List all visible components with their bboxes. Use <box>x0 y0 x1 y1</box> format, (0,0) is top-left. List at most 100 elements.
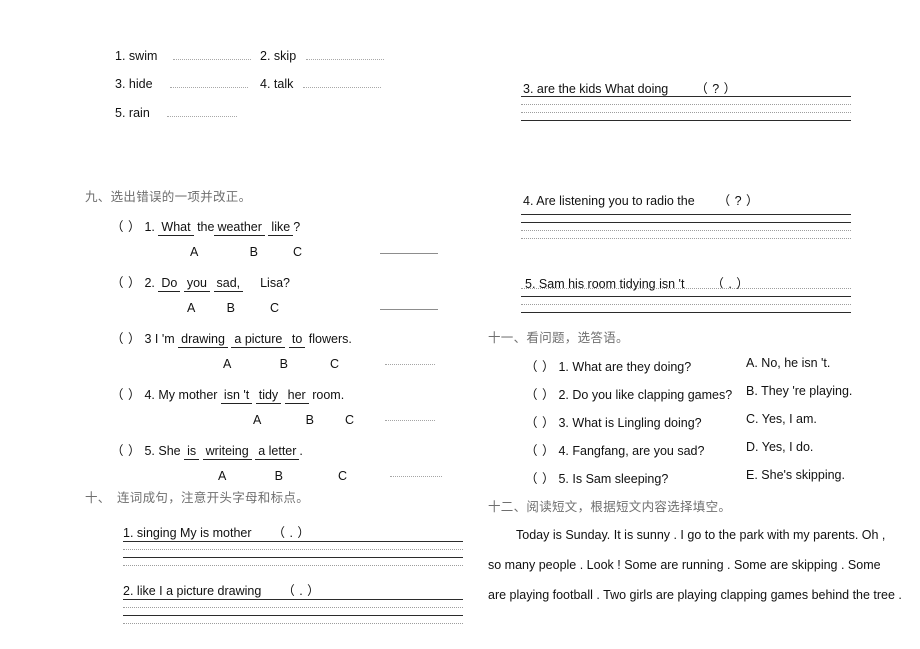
word-blank-input[interactable] <box>302 76 381 88</box>
passage-line-2: so many people . Look ! Some are running… <box>488 558 881 572</box>
match-answer-d: D. Yes, I do. <box>746 440 813 454</box>
plain-word: room. <box>312 388 345 402</box>
match-answer-a: A. No, he isn 't. <box>746 356 830 370</box>
choice-label-a: A <box>223 357 231 371</box>
word-blank-word: swim <box>128 49 158 63</box>
question-text: Fangfang, are you sad? <box>572 444 705 458</box>
choice-label-a: A <box>218 469 226 483</box>
section-twelve-heading: 十二、阅读短文，根据短文内容选择填空。 <box>488 500 732 514</box>
correction-item-2: （ ） 2. Do you sad, Lisa? <box>111 272 290 292</box>
choice-bracket[interactable]: （ ） <box>525 360 555 374</box>
match-question-1: （ ） 1. What are they doing? <box>525 356 691 375</box>
correction-answer-blank[interactable] <box>380 309 438 310</box>
word-blank-num: 3. <box>115 77 126 91</box>
answer-letter: B. <box>746 384 758 398</box>
choice-word-b: weather <box>214 220 265 236</box>
writing-rules[interactable] <box>123 599 463 624</box>
plain-word: flowers. <box>308 332 352 346</box>
correction-answer-blank[interactable] <box>390 476 442 477</box>
writing-rules[interactable] <box>123 541 463 566</box>
choice-word-b: you <box>183 276 211 292</box>
choice-bracket[interactable]: （ ） <box>111 276 141 290</box>
choice-label-c: C <box>344 413 354 427</box>
word-blank-input[interactable] <box>172 48 251 60</box>
left-column: 1. swim 2. skip 3. hide 4. talk 5. rain … <box>85 0 485 649</box>
item-number: 3. <box>523 82 534 96</box>
item-number: 2. <box>123 584 134 598</box>
choice-label-c: C <box>269 301 279 315</box>
choice-bracket[interactable]: （ ） <box>111 388 141 402</box>
item-number: 1. <box>558 360 569 374</box>
word-blank-input[interactable] <box>167 105 238 117</box>
right-column: 3. are the kids What doing （ ? ） 4. Are … <box>488 0 902 649</box>
question-text: Do you like clapping games? <box>572 388 733 402</box>
choice-label-b: B <box>249 245 258 259</box>
correction-item-3: （ ） 3 I 'm drawing a picture to flowers. <box>111 328 352 348</box>
choice-word-a: is <box>184 444 200 460</box>
match-answer-c: C. Yes, I am. <box>746 412 817 426</box>
choice-bracket[interactable]: （ ） <box>111 444 141 458</box>
item-number: 2. <box>558 388 569 402</box>
item-number: 2. <box>144 276 155 290</box>
sentence-order-item-1: 1. singing My is mother （ . ） <box>123 522 310 541</box>
choice-bracket[interactable]: （ ） <box>525 416 555 430</box>
answer-letter: C. <box>746 412 759 426</box>
scrambled-words: are the kids What doing <box>536 82 669 96</box>
choice-bracket[interactable]: （ ） <box>111 220 141 234</box>
answer-text: She's skipping. <box>761 468 845 482</box>
choice-label-a: A <box>253 413 261 427</box>
choice-bracket[interactable]: （ ） <box>525 472 555 486</box>
choice-word-b: a picture <box>231 332 286 348</box>
answer-text: Yes, I do. <box>761 440 814 454</box>
choice-word-c: a letter <box>255 444 300 460</box>
word-blank-input[interactable] <box>305 48 384 60</box>
plain-word: I 'm <box>154 332 175 346</box>
word-blank-word: skip <box>273 49 297 63</box>
match-answer-e: E. She's skipping. <box>746 468 845 482</box>
item-number: 5. <box>144 444 155 458</box>
punctuation-hint: （ ? ） <box>717 194 760 208</box>
choice-word-a: What <box>158 220 194 236</box>
writing-rules[interactable] <box>521 288 851 313</box>
choice-bracket[interactable]: （ ） <box>525 388 555 402</box>
scrambled-words: singing My is mother <box>136 526 252 540</box>
section-ten-heading-num: 十、 <box>85 491 111 505</box>
word-blank-input[interactable] <box>170 76 249 88</box>
choice-word-b: tidy <box>255 388 282 404</box>
passage-line-3: are playing football . Two girls are pla… <box>488 588 902 602</box>
choice-word-a: isn 't <box>220 388 253 404</box>
item-number: 3 <box>144 332 152 346</box>
choice-labels-3: A B C <box>223 357 339 371</box>
answer-letter: D. <box>746 440 759 454</box>
correction-item-1: （ ） 1. What the weather like? <box>111 216 300 236</box>
correction-answer-blank[interactable] <box>380 253 438 254</box>
match-answer-b: B. They 're playing. <box>746 384 852 398</box>
choice-label-c: C <box>337 469 347 483</box>
item-number: 4. <box>144 388 155 402</box>
item-number: 1. <box>144 220 155 234</box>
choice-word-c: like <box>268 220 294 236</box>
item-number: 3. <box>558 416 569 430</box>
choice-word-c: her <box>284 388 309 404</box>
word-blank-item: 3. hide <box>115 76 249 91</box>
punctuation-hint: （ . ） <box>282 584 321 598</box>
answer-text: They 're playing. <box>761 384 853 398</box>
correction-answer-blank[interactable] <box>385 420 435 421</box>
choice-label-b: B <box>226 301 235 315</box>
word-blank-word: hide <box>128 77 153 91</box>
choice-bracket[interactable]: （ ） <box>525 444 555 458</box>
word-blank-num: 5. <box>115 106 126 120</box>
match-question-2: （ ） 2. Do you like clapping games? <box>525 384 732 403</box>
choice-bracket[interactable]: （ ） <box>111 332 141 346</box>
question-text: What is Lingling doing? <box>572 416 702 430</box>
item-number: 5. <box>558 472 569 486</box>
match-question-4: （ ） 4. Fangfang, are you sad? <box>525 440 704 459</box>
question-text: What are they doing? <box>572 360 692 374</box>
choice-word-b: writeing <box>202 444 252 460</box>
passage-line-1: Today is Sunday. It is sunny . I go to t… <box>516 528 886 542</box>
choice-word-c: to <box>288 332 306 348</box>
correction-answer-blank[interactable] <box>385 364 435 365</box>
writing-rules[interactable] <box>521 214 851 239</box>
match-question-5: （ ） 5. Is Sam sleeping? <box>525 468 668 487</box>
writing-rules[interactable] <box>521 96 851 121</box>
